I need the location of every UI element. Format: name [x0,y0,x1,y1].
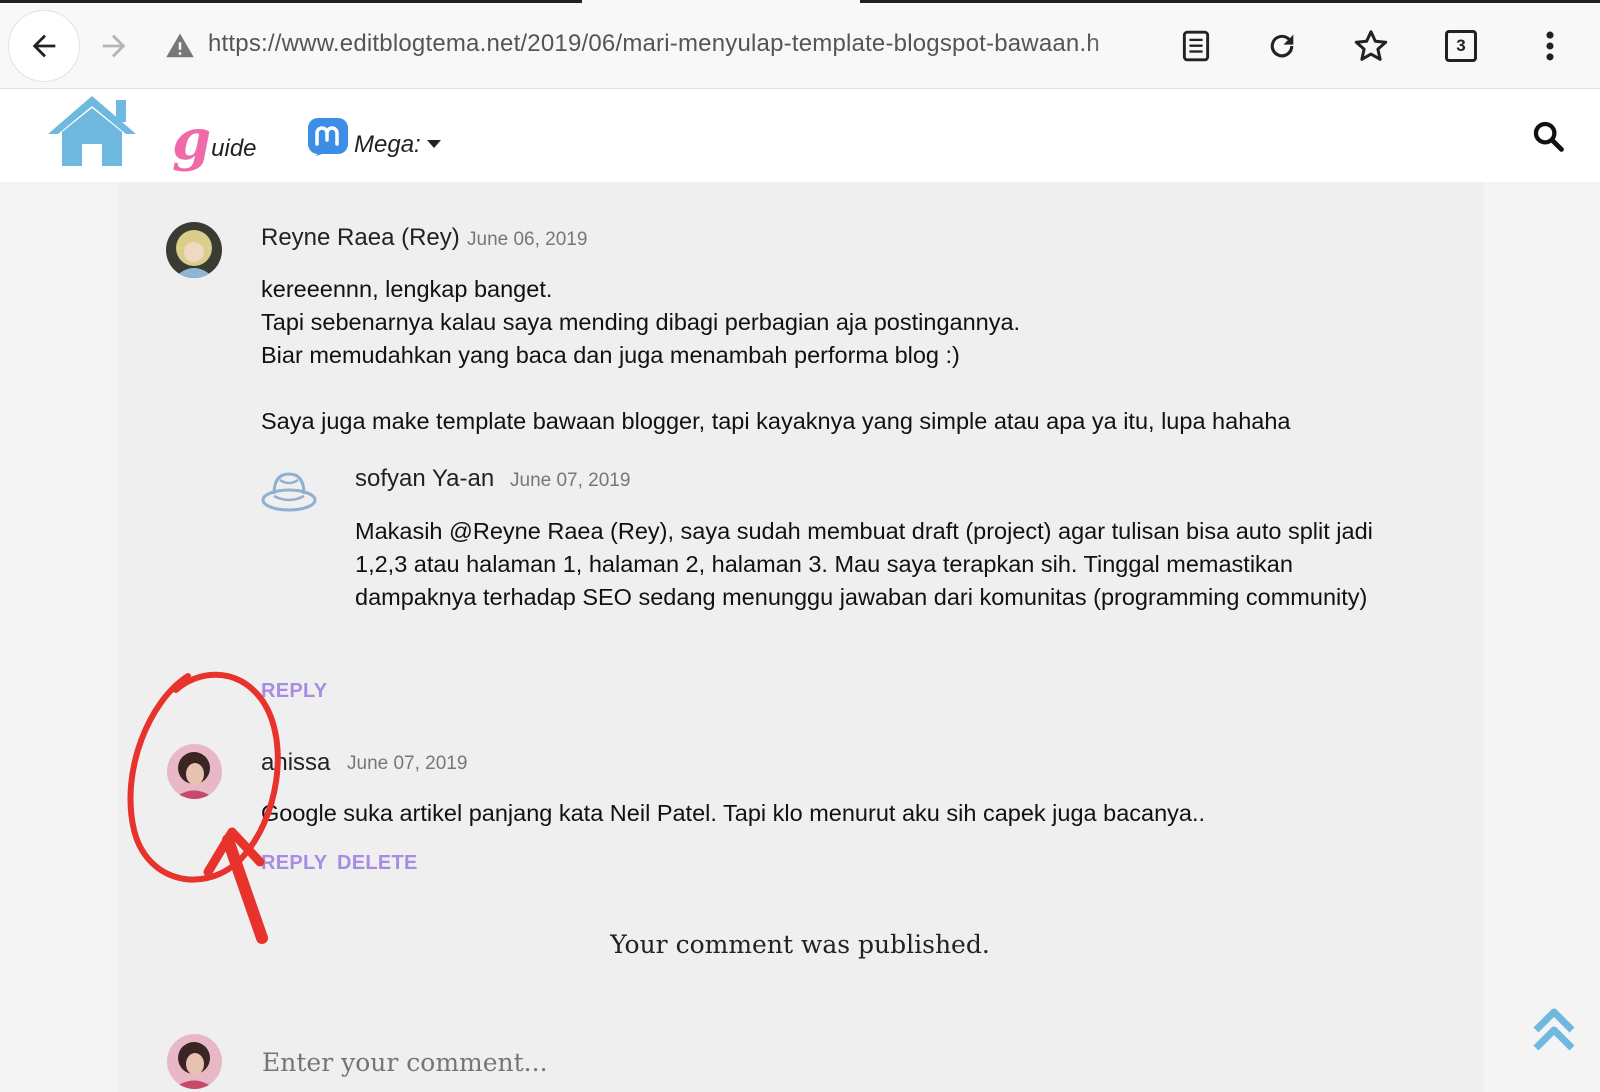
comment-author[interactable]: Reyne Raea (Rey) [261,224,460,252]
home-link[interactable] [46,94,138,168]
reply-line: Makasih @Reyne Raea (Rey), saya sudah me… [355,518,1373,544]
arrow-left-icon [32,34,56,58]
reload-icon [1270,34,1294,58]
mastodon-icon [308,118,348,156]
reply-button[interactable]: REPLY [261,852,327,875]
site-navbar: g uide Mega: [0,90,1600,182]
comment-line-blank [261,372,1290,405]
comment-line: Google suka artikel panjang kata Neil Pa… [261,800,1206,826]
arrow-right-icon [102,34,126,58]
reply-line: dampaknya terhadap SEO sedang menunggu j… [355,584,1368,610]
reply-text: Makasih @Reyne Raea (Rey), saya sudah me… [355,515,1373,614]
reply-line: 1,2,3 atau halaman 1, halaman 2, halaman… [355,551,1293,577]
guide-label: uide [211,135,257,162]
comment-line: Saya juga make template bawaan blogger, … [261,408,1291,434]
forward-button[interactable] [92,24,136,68]
anonymous-hat-icon [261,472,317,512]
home-icon [48,96,136,166]
comment-line: Tapi sebenarnya kalau saya mending dibag… [261,309,1021,335]
search-button[interactable] [1528,116,1568,156]
reply-button[interactable]: REPLY [261,680,327,703]
tab-strip-indicator [0,0,1600,4]
tabs-button[interactable]: 3 [1440,25,1482,67]
reply-date[interactable]: June 07, 2019 [510,470,630,492]
search-icon [1533,121,1564,152]
chevron-down-icon [426,140,441,148]
comment-line: kereeennn, lengkap banget. [261,276,553,302]
reader-mode-button[interactable] [1176,26,1216,66]
reader-mode-icon [1182,30,1210,62]
comment-input[interactable] [262,1040,1062,1084]
comment-text: Google suka artikel panjang kata Neil Pa… [261,797,1205,830]
reply-author[interactable]: sofyan Ya-an [355,465,494,493]
delete-button[interactable]: DELETE [337,852,418,875]
tabs-icon: 3 [1445,30,1477,62]
avatar[interactable] [167,744,222,799]
warning-icon[interactable] [164,30,196,62]
reload-button[interactable] [1262,26,1302,66]
comment-date[interactable]: June 07, 2019 [347,753,467,775]
back-button[interactable] [8,10,80,82]
avatar-default[interactable] [260,464,318,522]
star-icon [1354,30,1388,61]
comment-published-message: Your comment was published. [610,930,990,959]
avatar[interactable] [166,222,222,278]
url-text: https://www.editblogtema.net/2019/06/mar… [208,30,1100,57]
guide-link[interactable]: g uide [172,108,257,168]
comment-date[interactable]: June 06, 2019 [467,229,587,251]
comment-text: kereeennn, lengkap banget. Tapi sebenarn… [261,273,1290,438]
mega-menu-dropdown[interactable]: Mega: [306,110,441,160]
comment-line: Biar memudahkan yang baca dan juga menam… [261,342,960,368]
mega-label: Mega: [354,131,421,158]
browser-toolbar: https://www.editblogtema.net/2019/06/mar… [0,0,1600,89]
bookmark-button[interactable] [1350,25,1392,67]
double-chevron-up-icon [1533,1008,1575,1051]
current-user-avatar [167,1034,222,1089]
scroll-to-top-button[interactable] [1532,1004,1576,1054]
kebab-menu-icon [1546,31,1554,61]
url-bar[interactable]: https://www.editblogtema.net/2019/06/mar… [208,30,1148,64]
menu-button[interactable] [1530,26,1570,66]
guide-logo-letter: g [172,107,212,173]
comment-author[interactable]: anissa [261,749,330,777]
